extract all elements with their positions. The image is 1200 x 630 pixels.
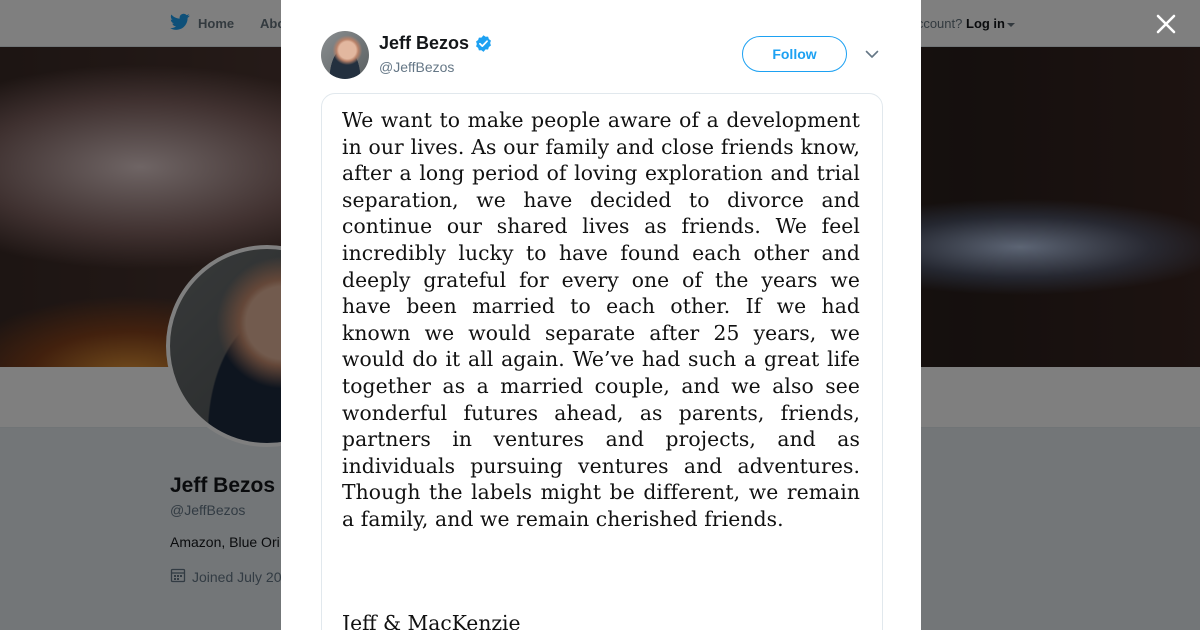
close-icon bbox=[1156, 14, 1176, 34]
author-name-row[interactable]: Jeff Bezos bbox=[379, 33, 493, 54]
tweet-modal: Jeff Bezos @JeffBezos Follow We want to … bbox=[281, 0, 921, 630]
author-name: Jeff Bezos bbox=[379, 33, 470, 53]
verified-badge-icon bbox=[476, 35, 491, 52]
signature-text: Jeff & MacKenzie bbox=[342, 611, 521, 630]
author-handle[interactable]: @JeffBezos bbox=[379, 59, 454, 75]
chevron-down-icon[interactable] bbox=[864, 46, 880, 62]
close-button[interactable] bbox=[1153, 11, 1179, 37]
statement-text: We want to make people aware of a develo… bbox=[342, 108, 860, 531]
follow-button[interactable]: Follow bbox=[742, 36, 847, 72]
author-avatar[interactable] bbox=[321, 31, 369, 79]
tweet-image[interactable]: We want to make people aware of a develo… bbox=[321, 93, 883, 630]
